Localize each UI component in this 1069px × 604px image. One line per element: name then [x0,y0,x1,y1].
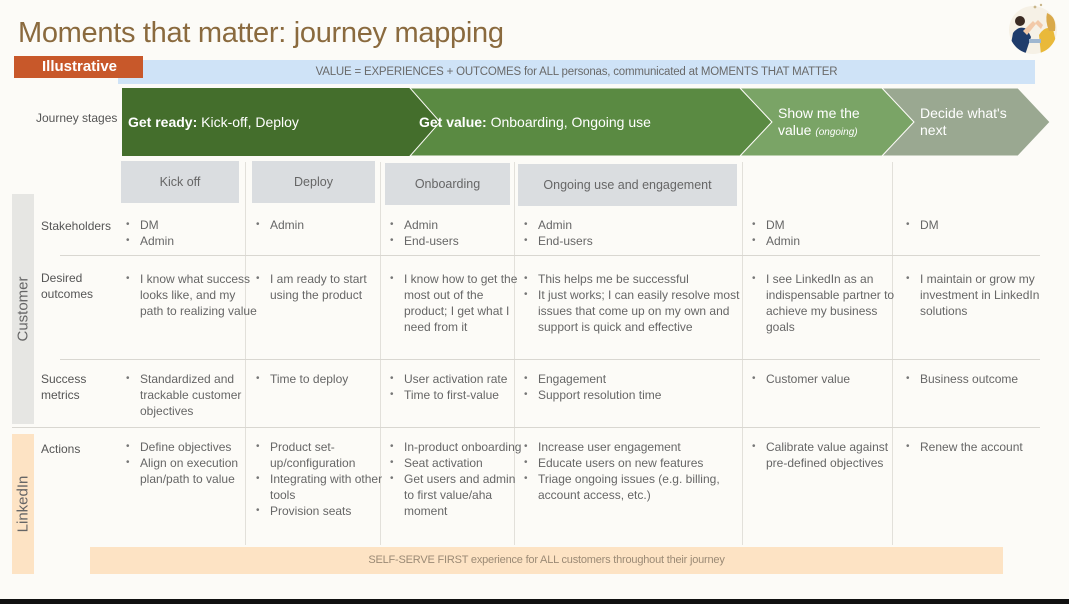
list-item: Renew the account [906,439,1045,455]
row-divider [60,359,1040,360]
cell-actions-col6: Renew the account [906,439,1045,455]
cell-desired-outcomes-col1: I know what success looks like, and my p… [126,271,258,319]
substage-deploy: Deploy [252,161,375,203]
list-item: DM [126,217,258,233]
cell-success-metrics-col6: Business outcome [906,371,1045,387]
list-item: Get users and admin to first value/aha m… [390,471,522,519]
stage-label-bold: Get value: [419,114,487,130]
substage-onboarding: Onboarding [385,163,510,205]
list-item: This helps me be successful [524,271,748,287]
page-title: Moments that matter: journey mapping [18,17,504,49]
cell-stakeholders-col6: DM [906,217,1045,233]
group-label-customer: Customer [14,276,32,342]
cell-actions-col3: In-product onboardingSeat activationGet … [390,439,522,519]
list-item: Admin [390,217,522,233]
list-item: Triage ongoing issues (e.g. billing, acc… [524,471,748,503]
substage-kick-off: Kick off [121,161,239,203]
list-item: Define objectives [126,439,258,455]
stage-label-decide-next: Decide what's next [920,105,1020,173]
row-label-stakeholders: Stakeholders [41,219,112,233]
illustrative-badge: Illustrative [14,56,143,78]
people-high-five-illustration-icon [1009,3,1057,54]
list-item: Integrating with other tools [256,471,388,503]
stage-label-rest: Onboarding, Ongoing use [486,114,651,130]
cell-actions-col4: Increase user engagementEducate users on… [524,439,748,503]
cell-desired-outcomes-col3: I know how to get the most out of the pr… [390,271,522,335]
group-linkedin: LinkedIn [12,434,34,574]
slide: Moments that matter: journey mapping VAL… [0,0,1069,599]
list-item: Admin [752,233,901,249]
cell-actions-col2: Product set-up/configurationIntegrating … [256,439,388,519]
list-item: User activation rate [390,371,522,387]
stage-label-show-value: Show me the value (ongoing) [778,105,878,173]
list-item: Educate users on new features [524,455,748,471]
cell-success-metrics-col2: Time to deploy [256,371,388,387]
list-item: I maintain or grow my investment in Link… [906,271,1045,319]
cell-desired-outcomes-col2: I am ready to start using the product [256,271,388,303]
list-item: Support resolution time [524,387,748,403]
substage-ongoing-use: Ongoing use and engagement [518,164,737,206]
list-item: I know what success looks like, and my p… [126,271,258,319]
list-item: DM [752,217,901,233]
cell-success-metrics-col4: EngagementSupport resolution time [524,371,748,403]
row-label-actions: Actions [41,442,81,456]
stage-label-bold: Decide what's next [920,105,1007,138]
cell-desired-outcomes-col5: I see LinkedIn as an indispensable partn… [752,271,901,335]
list-item: In-product onboarding [390,439,522,455]
group-customer: Customer [12,194,34,424]
list-item: Provision seats [256,503,388,519]
list-item: DM [906,217,1045,233]
list-item: Engagement [524,371,748,387]
group-label-linkedin: LinkedIn [14,475,32,533]
list-item: I am ready to start using the product [256,271,388,303]
row-label-success-metrics: Success metrics [41,372,87,402]
row-divider [12,427,1040,428]
cell-stakeholders-col1: DMAdmin [126,217,258,249]
list-item: Admin [126,233,258,249]
cell-actions-col1: Define objectivesAlign on execution plan… [126,439,258,487]
cell-success-metrics-col3: User activation rateTime to first-value [390,371,522,403]
list-item: Time to deploy [256,371,388,387]
cell-stakeholders-col4: AdminEnd-users [524,217,748,249]
stage-label-bold: Get ready: [128,114,198,130]
list-item: Standardized and trackable customer obje… [126,371,258,419]
list-item: Admin [256,217,388,233]
stage-label-rest: (ongoing) [815,127,858,138]
list-item: I know how to get the most out of the pr… [390,271,522,335]
cell-desired-outcomes-col4: This helps me be successfulIt just works… [524,271,748,335]
list-item: Customer value [752,371,901,387]
cell-stakeholders-col2: Admin [256,217,388,233]
self-serve-banner: SELF-SERVE FIRST experience for ALL cust… [90,547,1003,574]
cell-stakeholders-col3: AdminEnd-users [390,217,522,249]
row-divider [60,255,1040,256]
row-label-desired-outcomes: Desired outcomes [41,271,94,301]
list-item: Business outcome [906,371,1045,387]
cell-desired-outcomes-col6: I maintain or grow my investment in Link… [906,271,1045,319]
list-item: End-users [390,233,522,249]
list-item: Increase user engagement [524,439,748,455]
cell-actions-col5: Calibrate value against pre-defined obje… [752,439,901,471]
stage-label-rest: Kick-off, Deploy [197,114,299,130]
row-label-journey-stages: Journey stages [36,111,118,125]
list-item: Admin [524,217,748,233]
list-item: End-users [524,233,748,249]
cell-stakeholders-col5: DMAdmin [752,217,901,249]
list-item: Time to first-value [390,387,522,403]
list-item: I see LinkedIn as an indispensable partn… [752,271,901,335]
list-item: Align on execution plan/path to value [126,455,258,487]
cell-success-metrics-col1: Standardized and trackable customer obje… [126,371,258,419]
cell-success-metrics-col5: Customer value [752,371,901,387]
value-banner: VALUE = EXPERIENCES + OUTCOMES for ALL p… [118,60,1035,84]
list-item: Product set-up/configuration [256,439,388,471]
list-item: Seat activation [390,455,522,471]
list-item: Calibrate value against pre-defined obje… [752,439,901,471]
list-item: It just works; I can easily resolve most… [524,287,748,335]
